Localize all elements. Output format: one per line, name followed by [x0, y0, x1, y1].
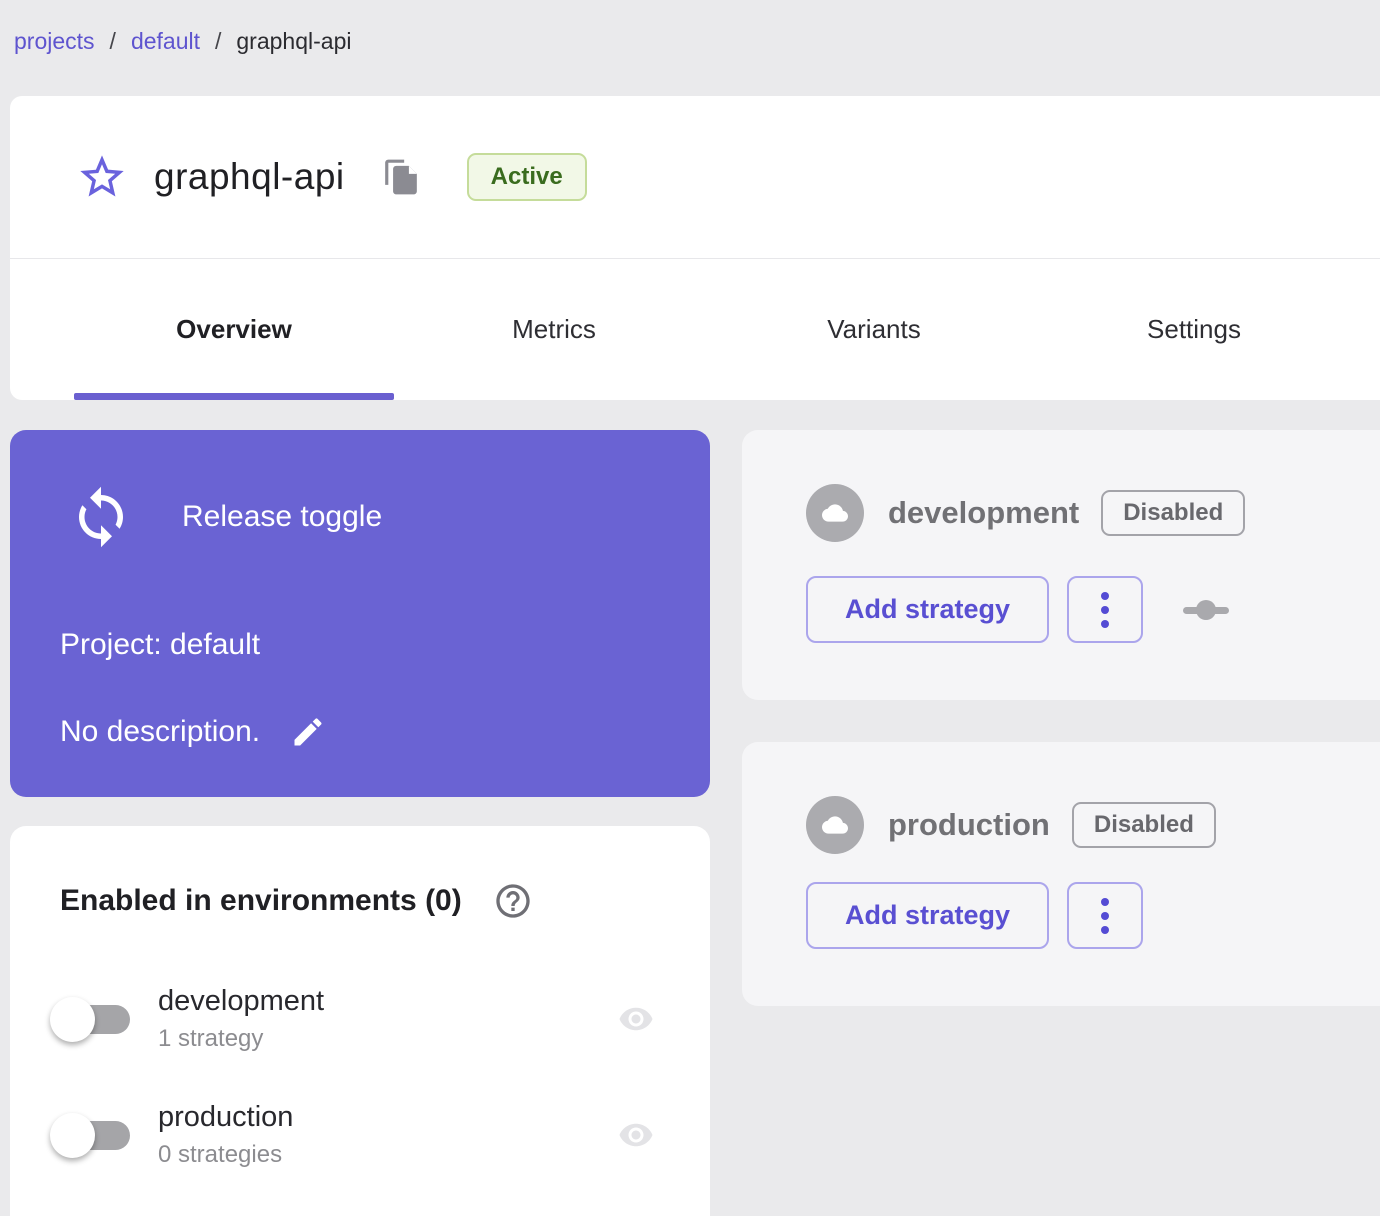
panel-environment-name: development [888, 495, 1080, 530]
feature-tabs: Overview Metrics Variants Settings [10, 259, 1380, 400]
toggle-type-label: Release toggle [182, 500, 383, 533]
production-toggle[interactable] [50, 1110, 136, 1160]
help-button[interactable] [492, 880, 534, 922]
panel-header: production Disabled [806, 796, 1216, 854]
production-strategy-panel: production Disabled Add strategy [742, 742, 1380, 1006]
enabled-environments-title: Enabled in environments (0) [60, 884, 462, 917]
breadcrumb-separator: / [215, 28, 222, 54]
copy-icon [382, 158, 420, 196]
environment-labels: development 1 strategy [158, 985, 324, 1053]
toggle-type-card: Release toggle Project: default No descr… [10, 430, 710, 797]
tab-settings[interactable]: Settings [1034, 314, 1354, 345]
kebab-menu-icon [1101, 897, 1109, 934]
feature-header-card: graphql-api Active Overview Metrics Vari… [10, 96, 1380, 400]
edit-description-button[interactable] [288, 712, 328, 752]
status-badge: Active [466, 153, 587, 201]
environment-name: production [158, 1101, 294, 1133]
breadcrumb-projects-link[interactable]: projects [14, 28, 95, 55]
tab-variants[interactable]: Variants [714, 314, 1034, 345]
breadcrumb-default-link[interactable]: default [131, 28, 200, 55]
loop-icon [68, 484, 134, 550]
cloud-icon [806, 796, 864, 854]
environment-strategy-count: 1 strategy [158, 1025, 264, 1052]
environment-status-badge: Disabled [1101, 490, 1246, 536]
panel-actions: Add strategy [806, 576, 1229, 643]
enabled-environments-card: Enabled in environments (0) development … [10, 826, 710, 1216]
view-development-button[interactable] [610, 999, 662, 1039]
active-tab-indicator [74, 393, 394, 400]
cloud-icon [806, 484, 864, 542]
eye-icon [611, 1001, 661, 1037]
tab-overview[interactable]: Overview [74, 314, 394, 345]
eye-icon [611, 1117, 661, 1153]
copy-name-button[interactable] [381, 157, 421, 197]
view-production-button[interactable] [610, 1115, 662, 1155]
breadcrumb-current: graphql-api [236, 28, 352, 54]
breadcrumb: projects / default / graphql-api [14, 28, 351, 55]
feature-header-row: graphql-api Active [10, 96, 1380, 258]
panel-environment-name: production [888, 807, 1050, 842]
add-strategy-button-development[interactable]: Add strategy [806, 576, 1049, 643]
toggle-description-row: No description. [60, 712, 328, 752]
development-toggle[interactable] [50, 994, 136, 1044]
question-mark-circle-icon [493, 881, 533, 921]
more-options-button-production[interactable] [1067, 882, 1143, 949]
favorite-button[interactable] [76, 151, 128, 203]
toggle-description-label: No description. [60, 715, 261, 748]
toggle-type-head: Release toggle [68, 484, 382, 550]
toggle-thumb [50, 997, 95, 1042]
add-strategy-button-production[interactable]: Add strategy [806, 882, 1049, 949]
page-title: graphql-api [154, 156, 345, 197]
more-options-button-development[interactable] [1067, 576, 1143, 643]
tab-metrics[interactable]: Metrics [394, 314, 714, 345]
star-outline-icon [76, 151, 128, 203]
environment-row-production: production 0 strategies [50, 1082, 662, 1188]
commit-icon [1183, 597, 1229, 623]
environment-status-badge: Disabled [1071, 802, 1216, 848]
environment-strategy-count: 0 strategies [158, 1141, 283, 1168]
pencil-icon [290, 714, 326, 750]
development-strategy-panel: development Disabled Add strategy [742, 430, 1380, 700]
environment-name: development [158, 985, 325, 1017]
environment-row-development: development 1 strategy [50, 966, 662, 1072]
toggle-project-label: Project: default [60, 628, 261, 661]
toggle-thumb [50, 1113, 95, 1158]
environment-labels: production 0 strategies [158, 1101, 293, 1169]
enabled-environments-title-row: Enabled in environments (0) [60, 880, 534, 922]
breadcrumb-separator: / [109, 28, 116, 54]
panel-header: development Disabled [806, 484, 1246, 542]
kebab-menu-icon [1101, 591, 1109, 628]
panel-actions: Add strategy [806, 882, 1143, 949]
